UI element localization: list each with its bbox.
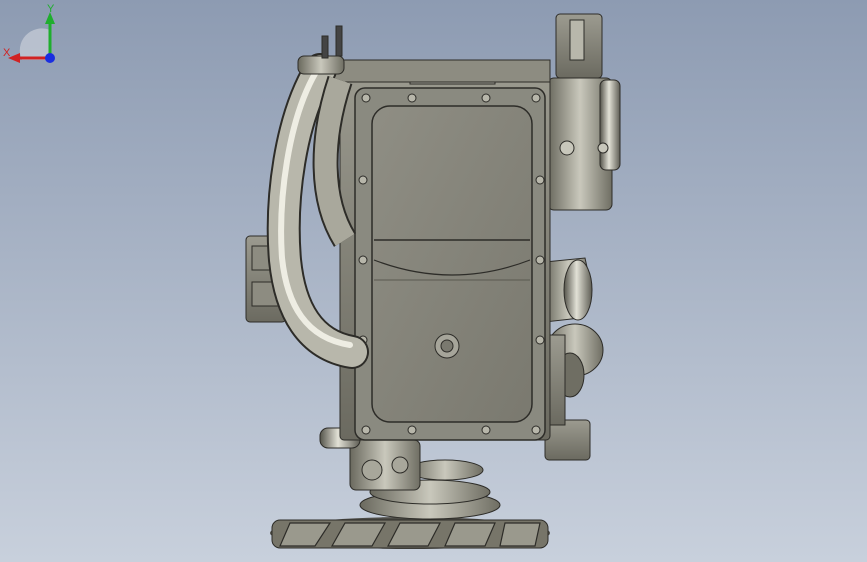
axis-triad: Y X: [3, 3, 55, 63]
engine-model[interactable]: [0, 0, 867, 562]
z-axis-dot: [45, 53, 55, 63]
starter-motor[interactable]: [547, 13, 621, 211]
y-axis-label: Y: [47, 3, 55, 15]
graphics-viewport[interactable]: Y X: [0, 0, 867, 562]
x-axis-label: X: [3, 47, 11, 59]
turbocharger[interactable]: [544, 257, 604, 426]
